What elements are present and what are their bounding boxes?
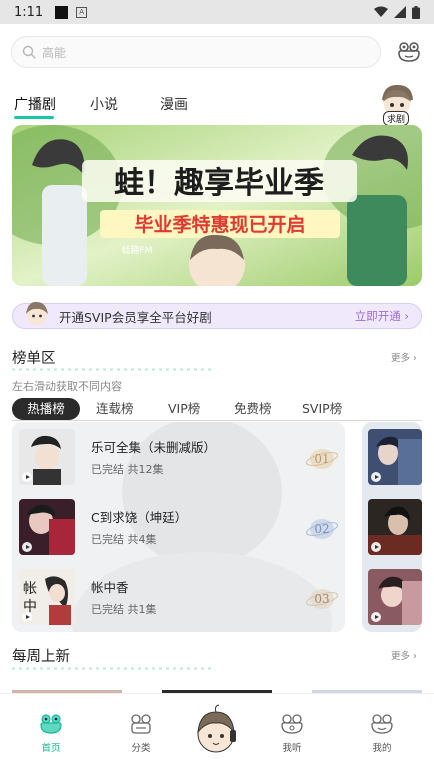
- tab-hot-list[interactable]: 热播榜: [12, 398, 80, 420]
- request-drama-tag[interactable]: 求剧: [383, 111, 410, 126]
- frog-icon[interactable]: [397, 41, 421, 63]
- status-bar: 1:11 A: [0, 0, 434, 24]
- ranking-item[interactable]: 帐中 帐中香 已完结 共1集 03: [19, 569, 339, 625]
- ranking-more-link[interactable]: 更多 ›: [391, 350, 417, 364]
- ranking-item-title: 乐可全集（未删减版）: [91, 440, 217, 455]
- wifi-icon: [374, 6, 388, 17]
- ranking-item-title: C到求饶（坤廷）: [91, 510, 188, 525]
- play-icon: [371, 542, 381, 552]
- cover-image: [368, 499, 422, 555]
- ranking-tabs: 热播榜 连载榜 VIP榜 免费榜 SVIP榜: [12, 398, 422, 420]
- ranking-item-status: 已完结 共4集: [91, 533, 157, 546]
- weekly-more-label: 更多: [391, 651, 411, 662]
- search-bar[interactable]: 高能: [11, 36, 381, 68]
- tab-comic[interactable]: 漫画: [160, 94, 188, 114]
- nav-mine[interactable]: 我的: [362, 714, 402, 754]
- play-icon: [22, 542, 32, 552]
- ranking-subtitle: 左右滑动获取不同内容: [12, 380, 122, 393]
- bottom-navigation: 首页 分类 我听 我的: [0, 693, 434, 771]
- nav-home-label: 首页: [41, 743, 61, 754]
- promo-banner[interactable]: 蛙！趣享毕业季 毕业季特惠现已开启 蛙趣FM: [12, 125, 422, 286]
- svip-open-link[interactable]: 立即开通 ›: [355, 308, 409, 324]
- weekly-section-title: 每周上新: [12, 649, 70, 665]
- tab-vip-list[interactable]: VIP榜: [168, 398, 200, 420]
- banner-artwork: 蛙！趣享毕业季 毕业季特惠现已开启 蛙趣FM: [12, 125, 422, 286]
- nav-listening[interactable]: 我听: [272, 714, 312, 754]
- ranking-card: 乐可全集（未删减版） 已完结 共12集 01 C到求饶（坤廷） 已完结 共4集 …: [12, 422, 345, 632]
- svg-text:蛙！趣享毕业季: 蛙！趣享毕业季: [114, 166, 324, 201]
- listening-frog-icon: [281, 714, 303, 734]
- nav-category-label: 分类: [131, 743, 151, 754]
- svg-text:蛙趣FM: 蛙趣FM: [122, 244, 153, 256]
- signal-icon: [394, 6, 406, 18]
- weekly-more-link[interactable]: 更多 ›: [391, 648, 417, 662]
- cover-image: [19, 429, 75, 485]
- rank-badge: 02: [305, 519, 339, 539]
- profile-frog-icon: [371, 714, 393, 734]
- tab-serial-list[interactable]: 连载榜: [96, 398, 134, 420]
- nav-listening-label: 我听: [282, 743, 302, 754]
- tab-radio-drama[interactable]: 广播剧: [14, 94, 56, 114]
- rank-badge: 03: [305, 589, 339, 609]
- play-icon: [371, 612, 381, 622]
- rank-number: 03: [314, 592, 329, 606]
- cover-image: [368, 429, 422, 485]
- ranking-item[interactable]: 乐可全集（未删减版） 已完结 共12集 01: [19, 429, 339, 485]
- ranking-item[interactable]: C到求饶（坤廷） 已完结 共4集 02: [19, 499, 339, 555]
- tab-svip-list[interactable]: SVIP榜: [302, 398, 342, 420]
- cover-image: 帐中: [19, 569, 75, 625]
- play-icon: [22, 472, 32, 482]
- content-tabs: 广播剧 小说 漫画: [0, 90, 434, 120]
- rank-number: 02: [314, 522, 329, 536]
- status-time: 1:11: [14, 4, 44, 20]
- active-tab-indicator: [14, 116, 54, 119]
- a-indicator-icon: A: [76, 6, 88, 18]
- cover-image: [368, 569, 422, 625]
- svip-promo-text: 开通SVIP会员享全平台好剧: [59, 309, 212, 325]
- nav-category[interactable]: 分类: [121, 714, 161, 754]
- search-placeholder: 高能: [42, 45, 67, 60]
- play-icon: [371, 472, 381, 482]
- category-frog-icon: [131, 714, 151, 734]
- battery-icon: [412, 5, 420, 19]
- ranking-item-title: 帐中香: [91, 580, 129, 595]
- ranking-item-status: 已完结 共12集: [91, 463, 164, 476]
- search-icon: [22, 45, 36, 59]
- play-icon: [22, 612, 32, 622]
- ranking-item-status: 已完结 共1集: [91, 603, 157, 616]
- section-divider-dots: [12, 667, 212, 670]
- rank-number: 01: [314, 452, 329, 466]
- home-frog-icon: [40, 714, 62, 734]
- svip-promo-bar[interactable]: 开通SVIP会员享全平台好剧 立即开通 ›: [12, 303, 422, 329]
- rank-badge: 01: [305, 449, 339, 469]
- center-mascot-player-icon[interactable]: [192, 704, 240, 756]
- ranking-tab-divider: [12, 420, 422, 421]
- tab-novel[interactable]: 小说: [90, 94, 118, 114]
- ranking-section-title: 榜单区: [12, 351, 56, 367]
- svip-open-label: 立即开通: [354, 309, 401, 323]
- next-ranking-card[interactable]: [362, 422, 422, 632]
- cover-image: [19, 499, 75, 555]
- ranking-more-label: 更多: [391, 353, 411, 364]
- tab-free-list[interactable]: 免费榜: [234, 398, 272, 420]
- notification-icon: [55, 5, 69, 19]
- nav-mine-label: 我的: [372, 743, 392, 754]
- svip-mascot-icon: [26, 301, 48, 325]
- nav-home[interactable]: 首页: [31, 714, 71, 754]
- svg-text:帐: 帐: [23, 581, 37, 597]
- section-divider-dots: [12, 368, 212, 371]
- svg-text:毕业季特惠现已开启: 毕业季特惠现已开启: [134, 213, 305, 236]
